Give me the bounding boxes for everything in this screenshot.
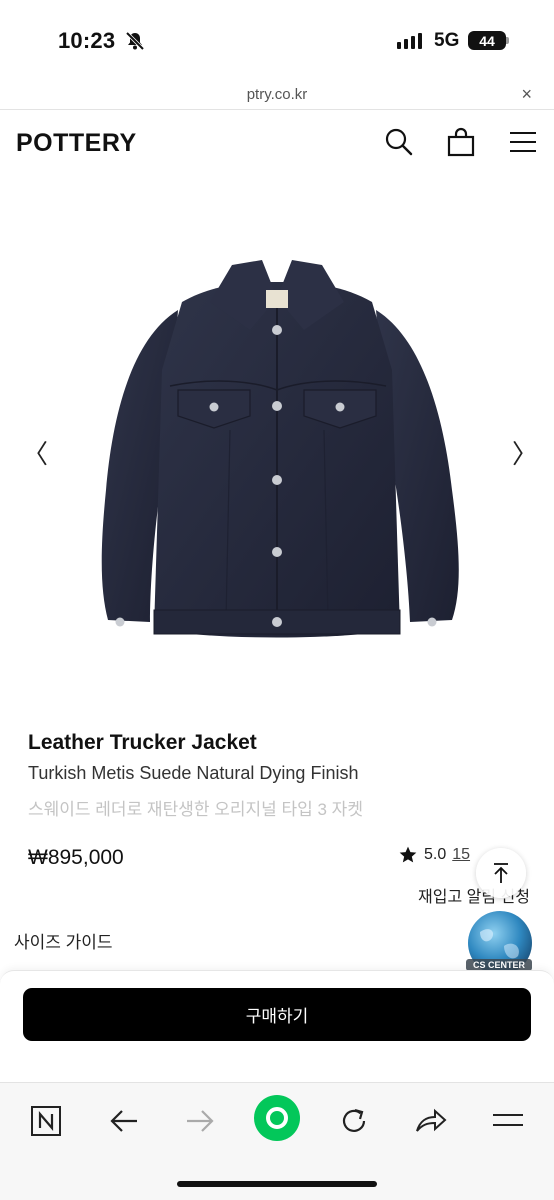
product-title: Leather Trucker Jacket (28, 731, 257, 754)
forward-arrow-icon[interactable] (180, 1101, 220, 1141)
site-logo[interactable]: POTTERY (16, 129, 137, 158)
review-count-link[interactable]: 15 (452, 846, 470, 864)
green-dot-icon (266, 1107, 288, 1129)
scroll-to-top-button[interactable] (476, 848, 526, 898)
battery-tip (506, 37, 509, 44)
status-time: 10:23 (58, 28, 116, 53)
battery-icon: 44 (468, 31, 506, 50)
network-type: 5G (434, 30, 460, 51)
arrow-up-icon (494, 863, 508, 883)
cs-center-button[interactable]: CS CENTER (462, 910, 534, 978)
menu-icon[interactable] (507, 126, 539, 158)
address-bar[interactable]: ptry.co.kr × (0, 80, 554, 110)
green-dot-button[interactable] (254, 1095, 300, 1141)
back-arrow-icon[interactable] (104, 1101, 144, 1141)
naver-home-icon[interactable] (26, 1101, 66, 1141)
shopping-bag-icon[interactable] (445, 126, 477, 158)
product-image (101, 260, 459, 638)
star-icon (399, 846, 417, 863)
signal-icon (397, 33, 422, 49)
buy-button[interactable]: 구매하기 (23, 988, 531, 1041)
url-text[interactable]: ptry.co.kr (0, 86, 554, 103)
search-icon[interactable] (383, 126, 415, 158)
purchase-sheet: 구매하기 (0, 970, 554, 1082)
gallery-next-arrow[interactable]: 〉 (512, 434, 538, 471)
browser-toolbar (0, 1082, 554, 1200)
product-price: ₩895,000 (28, 846, 124, 869)
site-header: POTTERY (0, 111, 554, 175)
close-icon[interactable]: × (521, 84, 532, 105)
product-rating[interactable]: 5.0 15 (398, 845, 470, 865)
gallery-prev-arrow[interactable]: 〈 (22, 434, 48, 471)
share-icon[interactable] (411, 1101, 451, 1141)
rating-value: 5.0 (424, 846, 447, 863)
home-indicator (177, 1181, 377, 1187)
refresh-icon[interactable] (334, 1101, 374, 1141)
product-subtitle: Turkish Metis Suede Natural Dying Finish (28, 763, 359, 783)
bell-muted-icon (125, 31, 145, 51)
product-description: 스웨이드 레더로 재탄생한 오리지널 타입 3 자켓 (28, 800, 363, 819)
menu-lines-icon[interactable] (488, 1101, 528, 1141)
status-bar: 10:23 5G 44 (0, 0, 554, 80)
product-gallery[interactable]: 〈 〉 (0, 190, 554, 710)
size-guide-link[interactable]: 사이즈 가이드 (14, 928, 113, 953)
